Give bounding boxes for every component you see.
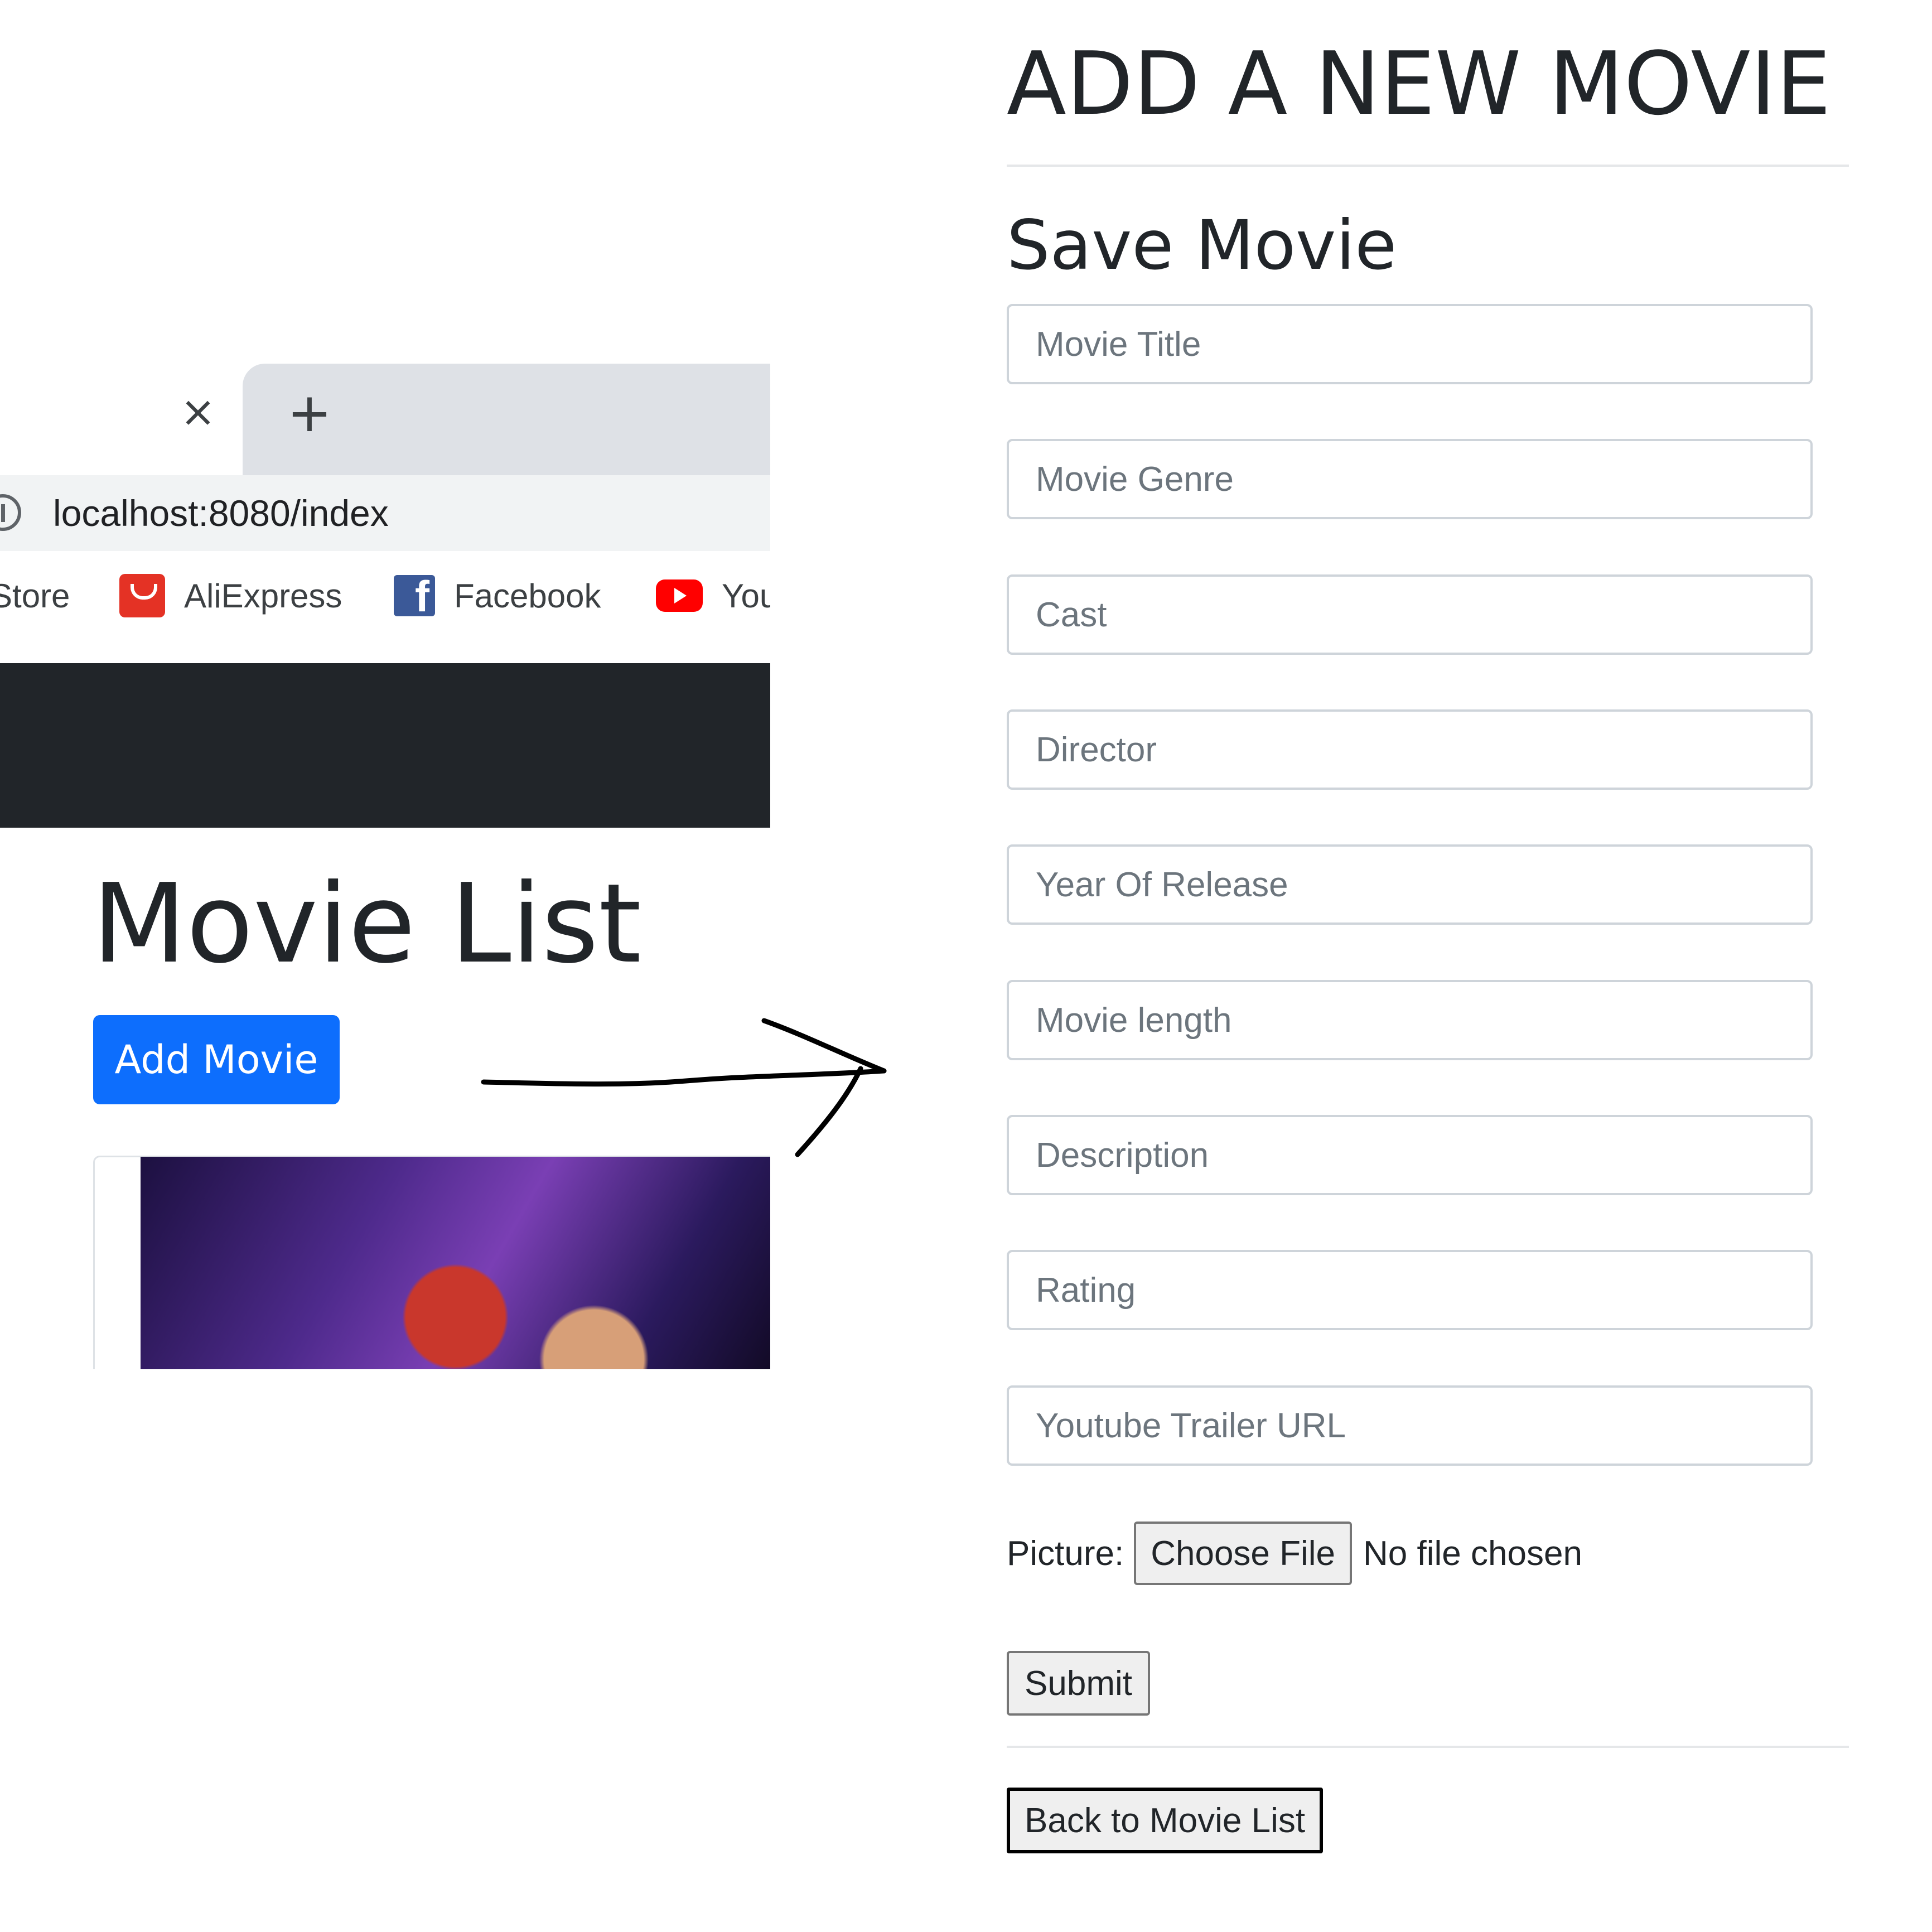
movie-length-input[interactable] bbox=[1007, 980, 1813, 1060]
description-input[interactable] bbox=[1007, 1115, 1813, 1195]
address-bar[interactable]: localhost:8080/index bbox=[0, 475, 770, 552]
movie-poster-image[interactable] bbox=[141, 1157, 770, 1369]
add-movie-page: ADD A NEW MOVIE Save Movie Picture: Choo… bbox=[1007, 0, 1849, 1932]
rating-input[interactable] bbox=[1007, 1250, 1813, 1330]
choose-file-button[interactable]: Choose File bbox=[1134, 1522, 1353, 1585]
top-divider bbox=[1007, 165, 1849, 167]
bookmark-facebook[interactable]: Facebook bbox=[394, 571, 601, 622]
bookmark-label: Facebook bbox=[454, 577, 601, 615]
navbar bbox=[0, 663, 770, 828]
bookmark-label: Store bbox=[0, 577, 70, 615]
bottom-divider bbox=[1007, 1746, 1849, 1748]
site-info-icon[interactable] bbox=[0, 494, 21, 531]
director-input[interactable] bbox=[1007, 709, 1813, 790]
facebook-icon bbox=[394, 571, 435, 622]
bookmark-label: AliExpress bbox=[184, 577, 342, 615]
arrow-icon bbox=[481, 1018, 887, 1157]
bookmark-label: You bbox=[722, 577, 770, 615]
back-to-movie-list-button[interactable]: Back to Movie List bbox=[1007, 1788, 1324, 1853]
picture-label: Picture: bbox=[1007, 1534, 1124, 1573]
cast-input[interactable] bbox=[1007, 574, 1813, 655]
aliexpress-icon bbox=[119, 574, 165, 617]
movie-title-input[interactable] bbox=[1007, 304, 1813, 384]
bookmark-youtube[interactable]: You bbox=[656, 573, 770, 618]
url-text[interactable]: localhost:8080/index bbox=[53, 492, 389, 534]
bookmark-aliexpress[interactable]: AliExpress bbox=[119, 573, 342, 618]
page-heading: ADD A NEW MOVIE bbox=[1007, 33, 1831, 134]
close-tab-icon[interactable]: × bbox=[176, 389, 220, 434]
bookmark-store[interactable]: Store bbox=[0, 573, 70, 618]
submit-button[interactable]: Submit bbox=[1007, 1651, 1150, 1716]
year-of-release-input[interactable] bbox=[1007, 844, 1813, 925]
form-title: Save Movie bbox=[1007, 206, 1397, 285]
youtube-trailer-url-input[interactable] bbox=[1007, 1385, 1813, 1466]
picture-field: Picture: Choose File No file chosen bbox=[1007, 1520, 1582, 1587]
add-movie-button[interactable]: Add Movie bbox=[93, 1015, 340, 1104]
browser-snippet: × + localhost:8080/index Store AliExpres… bbox=[0, 364, 770, 1369]
youtube-icon bbox=[656, 579, 703, 612]
page-title: Movie List bbox=[92, 861, 641, 988]
movie-genre-input[interactable] bbox=[1007, 439, 1813, 519]
new-tab-icon[interactable]: + bbox=[282, 385, 337, 441]
file-status-text: No file chosen bbox=[1363, 1534, 1582, 1573]
tab-strip: × + bbox=[0, 364, 770, 475]
bookmarks-bar: Store AliExpress Facebook You bbox=[0, 551, 770, 636]
